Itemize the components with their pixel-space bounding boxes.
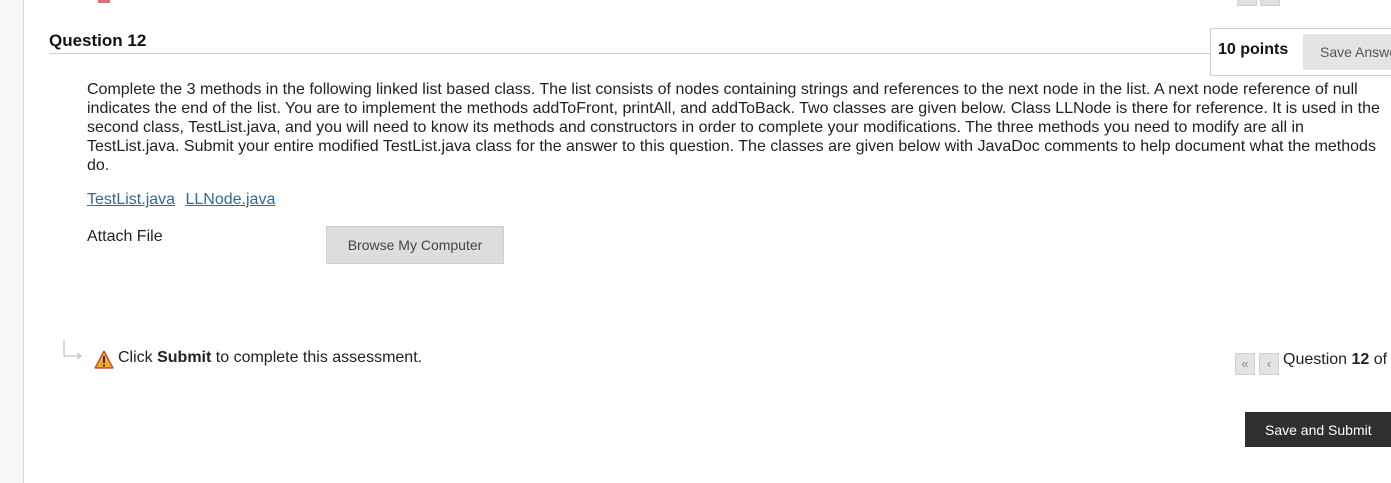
- top-red-mark: [98, 0, 110, 3]
- attach-file-label: Attach File: [87, 228, 163, 245]
- counter-prefix: Question: [1283, 351, 1352, 368]
- warning-icon: [94, 350, 114, 369]
- top-nav-stub-prev[interactable]: [1260, 0, 1280, 6]
- question-body: Complete the 3 methods in the following …: [87, 81, 1380, 174]
- browse-my-computer-button[interactable]: Browse My Computer: [326, 226, 504, 264]
- counter-suffix: of: [1369, 351, 1388, 368]
- file-links: TestList.java LLNode.java: [87, 191, 281, 209]
- top-nav-stub-first[interactable]: [1237, 0, 1257, 6]
- first-question-button[interactable]: «: [1235, 353, 1255, 375]
- submit-hint: Click Submit to complete this assessment…: [118, 349, 422, 367]
- left-rail: [0, 0, 24, 483]
- connector-arrow-icon: [63, 340, 82, 360]
- question-title: Question 12: [49, 31, 147, 50]
- question-counter: Question 12 of: [1283, 351, 1387, 369]
- file-link-llnode[interactable]: LLNode.java: [186, 191, 276, 208]
- save-and-submit-button[interactable]: Save and Submit: [1245, 412, 1391, 447]
- points-label: 10 points: [1218, 41, 1289, 58]
- hint-suffix: to complete this assessment.: [211, 349, 423, 366]
- file-link-testlist[interactable]: TestList.java: [87, 191, 175, 208]
- previous-question-button[interactable]: ‹: [1259, 353, 1279, 375]
- hint-bold-submit: Submit: [157, 349, 212, 366]
- save-answer-button[interactable]: Save Answer: [1303, 34, 1391, 70]
- question-divider: [49, 53, 1219, 54]
- hint-prefix: Click: [118, 349, 158, 366]
- counter-number: 12: [1351, 351, 1370, 368]
- points-box: 10 points Save Answer: [1210, 28, 1391, 76]
